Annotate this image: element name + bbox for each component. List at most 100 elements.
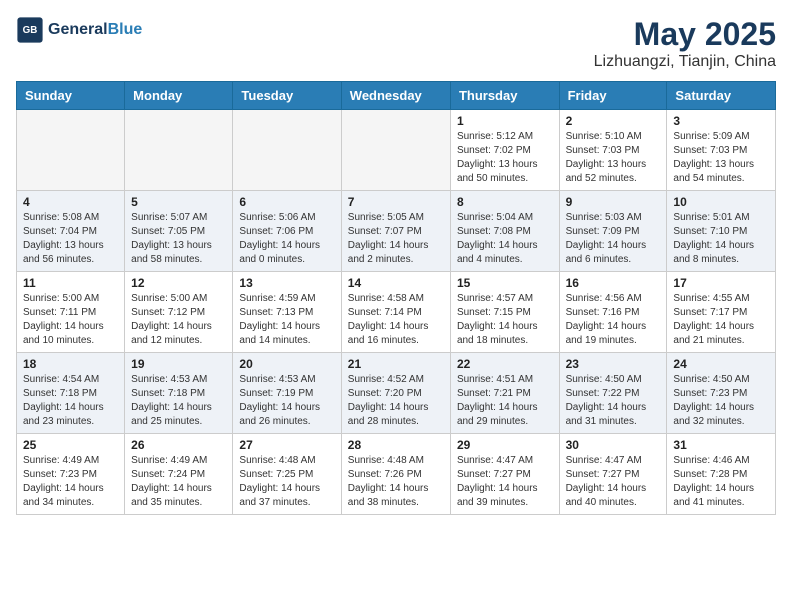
day-info: Sunrise: 5:04 AM Sunset: 7:08 PM Dayligh… [457,211,553,267]
day-info: Sunrise: 4:49 AM Sunset: 7:24 PM Dayligh… [131,454,226,510]
day-number: 10 [673,195,769,209]
calendar-cell [233,110,341,191]
day-number: 4 [23,195,118,209]
day-number: 24 [673,357,769,371]
day-info: Sunrise: 4:48 AM Sunset: 7:25 PM Dayligh… [239,454,334,510]
day-number: 28 [348,438,444,452]
day-number: 3 [673,114,769,128]
day-info: Sunrise: 4:53 AM Sunset: 7:19 PM Dayligh… [239,373,334,429]
day-number: 19 [131,357,226,371]
day-info: Sunrise: 5:03 AM Sunset: 7:09 PM Dayligh… [566,211,661,267]
day-info: Sunrise: 4:52 AM Sunset: 7:20 PM Dayligh… [348,373,444,429]
weekday-header-monday: Monday [125,82,233,110]
day-info: Sunrise: 5:12 AM Sunset: 7:02 PM Dayligh… [457,130,553,186]
day-info: Sunrise: 4:50 AM Sunset: 7:23 PM Dayligh… [673,373,769,429]
day-info: Sunrise: 5:00 AM Sunset: 7:11 PM Dayligh… [23,292,118,348]
calendar-week-row: 1 Sunrise: 5:12 AM Sunset: 7:02 PM Daylig… [17,110,776,191]
calendar-cell: 30Sunrise: 4:47 AM Sunset: 7:27 PM Dayli… [559,434,667,515]
day-number: 20 [239,357,334,371]
calendar-cell: 27 Sunrise: 4:48 AM Sunset: 7:25 PM Dayli… [233,434,341,515]
day-info: Sunrise: 5:05 AM Sunset: 7:07 PM Dayligh… [348,211,444,267]
calendar-cell: 4Sunrise: 5:08 AM Sunset: 7:04 PM Daylig… [17,191,125,272]
calendar-week-row: 11 Sunrise: 5:00 AM Sunset: 7:11 PM Dayli… [17,272,776,353]
calendar-cell: 22Sunrise: 4:51 AM Sunset: 7:21 PM Dayli… [450,353,559,434]
day-number: 15 [457,276,553,290]
day-number: 17 [673,276,769,290]
calendar-cell: 2Sunrise: 5:10 AM Sunset: 7:03 PM Daylig… [559,110,667,191]
day-number: 2 [566,114,661,128]
calendar-cell: 19 Sunrise: 4:53 AM Sunset: 7:18 PM Dayli… [125,353,233,434]
day-info: Sunrise: 4:56 AM Sunset: 7:16 PM Dayligh… [566,292,661,348]
calendar-cell: 3 Sunrise: 5:09 AM Sunset: 7:03 PM Daylig… [667,110,776,191]
calendar-week-row: 18 Sunrise: 4:54 AM Sunset: 7:18 PM Dayli… [17,353,776,434]
day-number: 9 [566,195,661,209]
day-number: 31 [673,438,769,452]
calendar-cell: 29 Sunrise: 4:47 AM Sunset: 7:27 PM Dayli… [450,434,559,515]
calendar-cell: 9 Sunrise: 5:03 AM Sunset: 7:09 PM Daylig… [559,191,667,272]
main-title: May 2025 [594,16,776,53]
calendar-cell: 28Sunrise: 4:48 AM Sunset: 7:26 PM Dayli… [341,434,450,515]
day-number: 26 [131,438,226,452]
weekday-header-tuesday: Tuesday [233,82,341,110]
calendar-cell: 23Sunrise: 4:50 AM Sunset: 7:22 PM Dayli… [559,353,667,434]
day-info: Sunrise: 4:49 AM Sunset: 7:23 PM Dayligh… [23,454,118,510]
day-number: 21 [348,357,444,371]
calendar-cell: 15 Sunrise: 4:57 AM Sunset: 7:15 PM Dayli… [450,272,559,353]
calendar-cell: 12Sunrise: 5:00 AM Sunset: 7:12 PM Dayli… [125,272,233,353]
calendar-cell: 13 Sunrise: 4:59 AM Sunset: 7:13 PM Dayli… [233,272,341,353]
day-info: Sunrise: 4:54 AM Sunset: 7:18 PM Dayligh… [23,373,118,429]
calendar-week-row: 4Sunrise: 5:08 AM Sunset: 7:04 PM Daylig… [17,191,776,272]
page-header: GB GeneralBlue May 2025 Lizhuangzi, Tian… [16,16,776,71]
day-info: Sunrise: 4:47 AM Sunset: 7:27 PM Dayligh… [457,454,553,510]
weekday-header-thursday: Thursday [450,82,559,110]
calendar-cell [341,110,450,191]
day-info: Sunrise: 4:59 AM Sunset: 7:13 PM Dayligh… [239,292,334,348]
day-info: Sunrise: 5:06 AM Sunset: 7:06 PM Dayligh… [239,211,334,267]
calendar-cell: 11 Sunrise: 5:00 AM Sunset: 7:11 PM Dayli… [17,272,125,353]
day-info: Sunrise: 5:09 AM Sunset: 7:03 PM Dayligh… [673,130,769,186]
logo-icon: GB [16,16,44,44]
calendar-cell: 20 Sunrise: 4:53 AM Sunset: 7:19 PM Dayli… [233,353,341,434]
calendar-cell [17,110,125,191]
calendar-cell: 25 Sunrise: 4:49 AM Sunset: 7:23 PM Dayli… [17,434,125,515]
day-number: 7 [348,195,444,209]
day-info: Sunrise: 5:07 AM Sunset: 7:05 PM Dayligh… [131,211,226,267]
day-number: 11 [23,276,118,290]
day-number: 13 [239,276,334,290]
day-info: Sunrise: 4:47 AM Sunset: 7:27 PM Dayligh… [566,454,661,510]
subtitle: Lizhuangzi, Tianjin, China [594,53,776,71]
logo-general: General [48,21,108,38]
calendar-cell: 31 Sunrise: 4:46 AM Sunset: 7:28 PM Dayli… [667,434,776,515]
calendar-cell: 26 Sunrise: 4:49 AM Sunset: 7:24 PM Dayli… [125,434,233,515]
calendar-cell: 18 Sunrise: 4:54 AM Sunset: 7:18 PM Dayli… [17,353,125,434]
day-number: 16 [566,276,661,290]
day-info: Sunrise: 4:57 AM Sunset: 7:15 PM Dayligh… [457,292,553,348]
title-block: May 2025 Lizhuangzi, Tianjin, China [594,16,776,71]
weekday-header-sunday: Sunday [17,82,125,110]
calendar-cell: 16 Sunrise: 4:56 AM Sunset: 7:16 PM Dayli… [559,272,667,353]
calendar-cell: 7 Sunrise: 5:05 AM Sunset: 7:07 PM Daylig… [341,191,450,272]
day-info: Sunrise: 4:51 AM Sunset: 7:21 PM Dayligh… [457,373,553,429]
day-info: Sunrise: 4:46 AM Sunset: 7:28 PM Dayligh… [673,454,769,510]
day-number: 29 [457,438,553,452]
logo-blue: Blue [108,21,143,38]
weekday-header-friday: Friday [559,82,667,110]
calendar-cell: 1 Sunrise: 5:12 AM Sunset: 7:02 PM Daylig… [450,110,559,191]
weekday-header-row: SundayMondayTuesdayWednesdayThursdayFrid… [17,82,776,110]
day-info: Sunrise: 4:58 AM Sunset: 7:14 PM Dayligh… [348,292,444,348]
day-info: Sunrise: 5:01 AM Sunset: 7:10 PM Dayligh… [673,211,769,267]
day-number: 25 [23,438,118,452]
calendar-cell: 5Sunrise: 5:07 AM Sunset: 7:05 PM Daylig… [125,191,233,272]
weekday-header-wednesday: Wednesday [341,82,450,110]
day-info: Sunrise: 5:00 AM Sunset: 7:12 PM Dayligh… [131,292,226,348]
calendar-cell: 6Sunrise: 5:06 AM Sunset: 7:06 PM Daylig… [233,191,341,272]
logo: GB GeneralBlue [16,16,142,44]
calendar-cell: 21 Sunrise: 4:52 AM Sunset: 7:20 PM Dayli… [341,353,450,434]
day-number: 1 [457,114,553,128]
day-number: 27 [239,438,334,452]
day-number: 23 [566,357,661,371]
day-info: Sunrise: 4:53 AM Sunset: 7:18 PM Dayligh… [131,373,226,429]
day-number: 18 [23,357,118,371]
calendar-cell: 17 Sunrise: 4:55 AM Sunset: 7:17 PM Dayli… [667,272,776,353]
day-info: Sunrise: 4:55 AM Sunset: 7:17 PM Dayligh… [673,292,769,348]
